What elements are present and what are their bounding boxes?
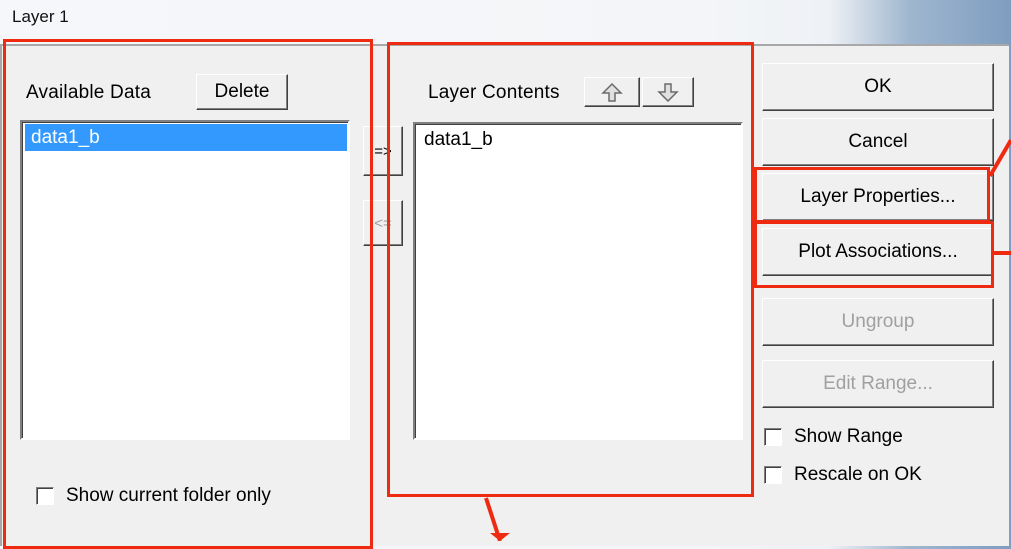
annotation-arrowhead: [490, 533, 510, 541]
annotation-arrows: [484, 138, 1011, 541]
annotation-arrow-layer-properties: [988, 138, 1011, 178]
